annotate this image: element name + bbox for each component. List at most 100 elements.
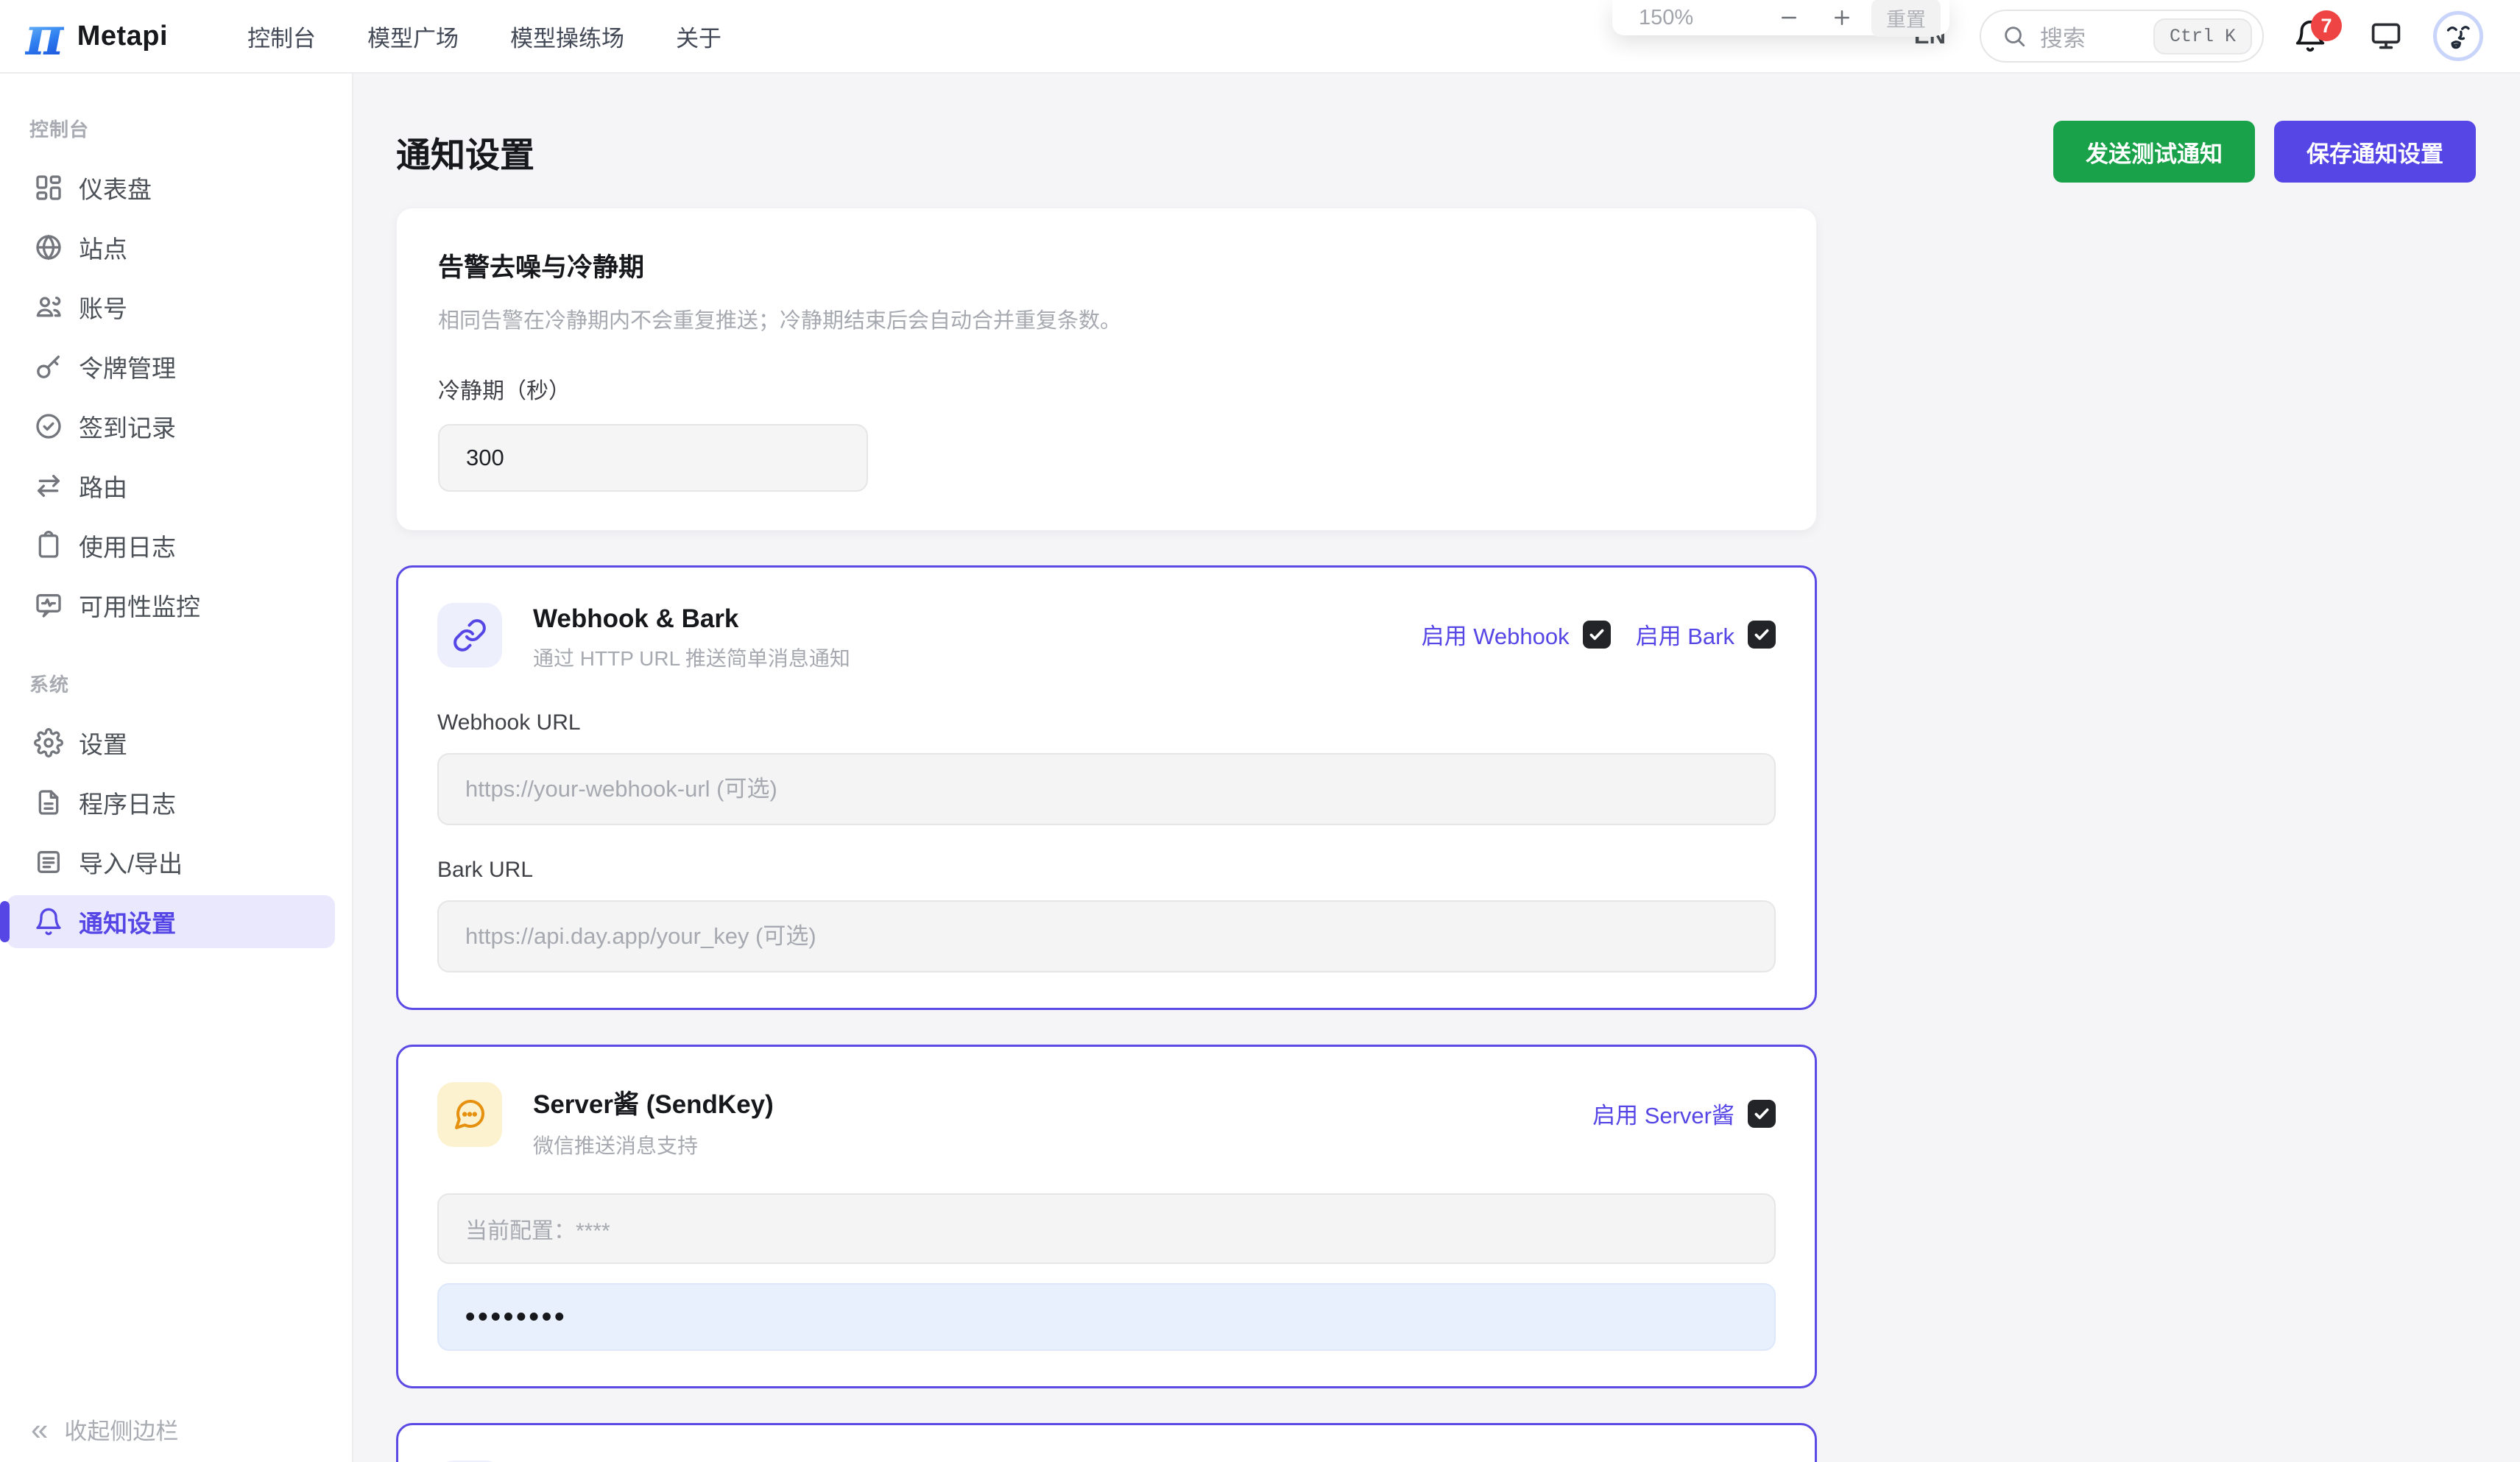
notification-badge: 7 <box>2311 10 2342 41</box>
brand[interactable]: π Metapi <box>25 10 168 63</box>
sidebar-item-notification-settings[interactable]: 通知设置 <box>7 895 335 948</box>
search-placeholder: 搜索 <box>2040 20 2086 53</box>
webhook-url-input[interactable] <box>437 753 1776 825</box>
check-icon <box>1752 1104 1771 1123</box>
plus-icon <box>1831 7 1853 29</box>
sidebar-item-checkin[interactable]: 签到记录 <box>7 400 335 453</box>
enable-bark-label[interactable]: 启用 Bark <box>1636 618 1734 651</box>
sidebar-item-label: 签到记录 <box>79 409 176 444</box>
pi-logo-icon: π <box>25 10 64 63</box>
send-test-notification-button[interactable]: 发送测试通知 <box>2053 121 2255 183</box>
enable-serverchan-label[interactable]: 启用 Server酱 <box>1592 1097 1734 1130</box>
monitor-icon <box>2370 20 2402 52</box>
sidebar-item-tokens[interactable]: 令牌管理 <box>7 340 335 393</box>
serverchan-card-subtitle: 微信推送消息支持 <box>533 1130 774 1159</box>
brand-name: Metapi <box>77 21 168 52</box>
sidebar-item-app-logs[interactable]: 程序日志 <box>7 776 335 829</box>
double-chevron-left-icon: « <box>31 1414 48 1445</box>
sidebar-item-import-export[interactable]: 导入/导出 <box>7 836 335 889</box>
minus-icon <box>1778 7 1800 29</box>
main-content: 通知设置 发送测试通知 保存通知设置 告警去噪与冷静期 相同告警在冷静期内不会重… <box>353 74 2520 1462</box>
page-title: 通知设置 <box>396 127 534 177</box>
webhook-card-header: Webhook & Bark 通过 HTTP URL 推送简单消息通知 启用 W… <box>437 603 1776 672</box>
sidebar-item-label: 使用日志 <box>79 528 176 563</box>
nav-console[interactable]: 控制台 <box>247 20 316 53</box>
enable-bark-group: 启用 Bark <box>1636 618 1776 651</box>
serverchan-card: Server酱 (SendKey) 微信推送消息支持 启用 Server酱 当前… <box>396 1045 1817 1388</box>
avatar-face-icon <box>2438 15 2479 57</box>
globe-icon <box>34 233 63 262</box>
sidebar-section-system: 系统 <box>29 670 352 697</box>
sidebar-section-console: 控制台 <box>29 115 352 142</box>
collapse-sidebar-button[interactable]: « 收起侧边栏 <box>31 1413 178 1446</box>
serverchan-card-title: Server酱 (SendKey) <box>533 1084 774 1121</box>
user-avatar[interactable] <box>2433 11 2483 61</box>
cooldown-seconds-input[interactable] <box>438 424 868 492</box>
serverchan-sendkey-input[interactable]: •••••••• <box>437 1283 1776 1351</box>
check-icon <box>1587 625 1606 644</box>
search-shortcut-kbd: Ctrl K <box>2153 18 2252 54</box>
webhook-url-label: Webhook URL <box>437 710 1776 735</box>
route-arrows-icon <box>34 471 63 501</box>
zoom-reset-button[interactable]: 重置 <box>1871 0 1941 37</box>
sidebar-item-label: 账号 <box>79 289 127 325</box>
webhook-card-subtitle: 通过 HTTP URL 推送简单消息通知 <box>533 643 850 672</box>
sidebar-item-dashboard[interactable]: 仪表盘 <box>7 161 335 214</box>
smtp-card: 邮件服务 (SMTP) 通过电子邮件推送提醒 启用 SMTP <box>396 1423 1817 1462</box>
message-circle-icon <box>452 1097 487 1132</box>
clipboard-icon <box>34 531 63 560</box>
enable-serverchan-group: 启用 Server酱 <box>1592 1097 1776 1130</box>
bark-url-input[interactable] <box>437 900 1776 972</box>
nav-model-market[interactable]: 模型广场 <box>367 20 459 53</box>
sidebar-item-availability[interactable]: 可用性监控 <box>7 579 335 632</box>
zoom-level: 150% <box>1639 6 1693 30</box>
sidebar-item-settings[interactable]: 设置 <box>7 716 335 769</box>
sidebar-item-usage-logs[interactable]: 使用日志 <box>7 519 335 572</box>
sidebar-item-label: 设置 <box>79 725 127 760</box>
serverchan-current-config: 当前配置：**** <box>437 1193 1776 1264</box>
sidebar-item-sites[interactable]: 站点 <box>7 221 335 274</box>
top-navbar: π Metapi 控制台 模型广场 模型操练场 关于 EN 搜索 Ctrl K … <box>0 0 2520 74</box>
users-icon <box>34 292 63 322</box>
link-icon <box>452 618 487 653</box>
sidebar-item-label: 程序日志 <box>79 785 176 820</box>
sidebar: 控制台 仪表盘 站点 账号 令牌管理 签到记录 路由 使用日志 <box>0 74 353 1462</box>
enable-webhook-group: 启用 Webhook <box>1422 618 1611 651</box>
sidebar-item-routes[interactable]: 路由 <box>7 459 335 512</box>
enable-serverchan-checkbox[interactable] <box>1748 1100 1776 1128</box>
message-icon-box <box>437 1082 502 1147</box>
zoom-in-button[interactable] <box>1829 4 1855 31</box>
nav-model-playground[interactable]: 模型操练场 <box>510 20 624 53</box>
dashboard-icon <box>34 173 63 202</box>
enable-bark-checkbox[interactable] <box>1748 621 1776 649</box>
search-input[interactable]: 搜索 Ctrl K <box>1980 10 2264 63</box>
zoom-out-button[interactable] <box>1776 4 1802 31</box>
theme-display-button[interactable] <box>2370 20 2402 52</box>
cooldown-card: 告警去噪与冷静期 相同告警在冷静期内不会重复推送；冷静期结束后会自动合并重复条数… <box>396 208 1817 531</box>
check-icon <box>1752 625 1771 644</box>
bark-url-label: Bark URL <box>437 858 1776 883</box>
page-actions: 发送测试通知 保存通知设置 <box>2053 121 2476 183</box>
sidebar-item-label: 可用性监控 <box>79 587 200 623</box>
browser-zoom-overlay: 150% 重置 <box>1612 0 1949 35</box>
webhook-card-title: Webhook & Bark <box>533 604 850 634</box>
file-text-icon <box>34 788 63 817</box>
page-header: 通知设置 发送测试通知 保存通知设置 <box>396 121 2476 183</box>
sidebar-item-label: 通知设置 <box>79 904 176 939</box>
nav-about[interactable]: 关于 <box>676 20 721 53</box>
webhook-card-heading: Webhook & Bark 通过 HTTP URL 推送简单消息通知 <box>533 603 850 672</box>
save-notification-settings-button[interactable]: 保存通知设置 <box>2274 121 2476 183</box>
link-icon-box <box>437 603 502 668</box>
enable-webhook-checkbox[interactable] <box>1583 621 1611 649</box>
gear-icon <box>34 728 63 758</box>
serverchan-card-heading: Server酱 (SendKey) 微信推送消息支持 <box>533 1082 774 1159</box>
enable-webhook-label[interactable]: 启用 Webhook <box>1422 618 1570 651</box>
sidebar-item-accounts[interactable]: 账号 <box>7 280 335 333</box>
sidebar-item-label: 仪表盘 <box>79 170 152 205</box>
collapse-sidebar-label: 收起侧边栏 <box>64 1413 178 1446</box>
serverchan-card-header: Server酱 (SendKey) 微信推送消息支持 启用 Server酱 <box>437 1082 1776 1159</box>
cooldown-card-description: 相同告警在冷静期内不会重复推送；冷静期结束后会自动合并重复条数。 <box>438 303 1775 334</box>
notifications-button[interactable]: 7 <box>2293 19 2327 53</box>
check-circle-icon <box>34 412 63 441</box>
cooldown-card-title: 告警去噪与冷静期 <box>438 247 1775 284</box>
